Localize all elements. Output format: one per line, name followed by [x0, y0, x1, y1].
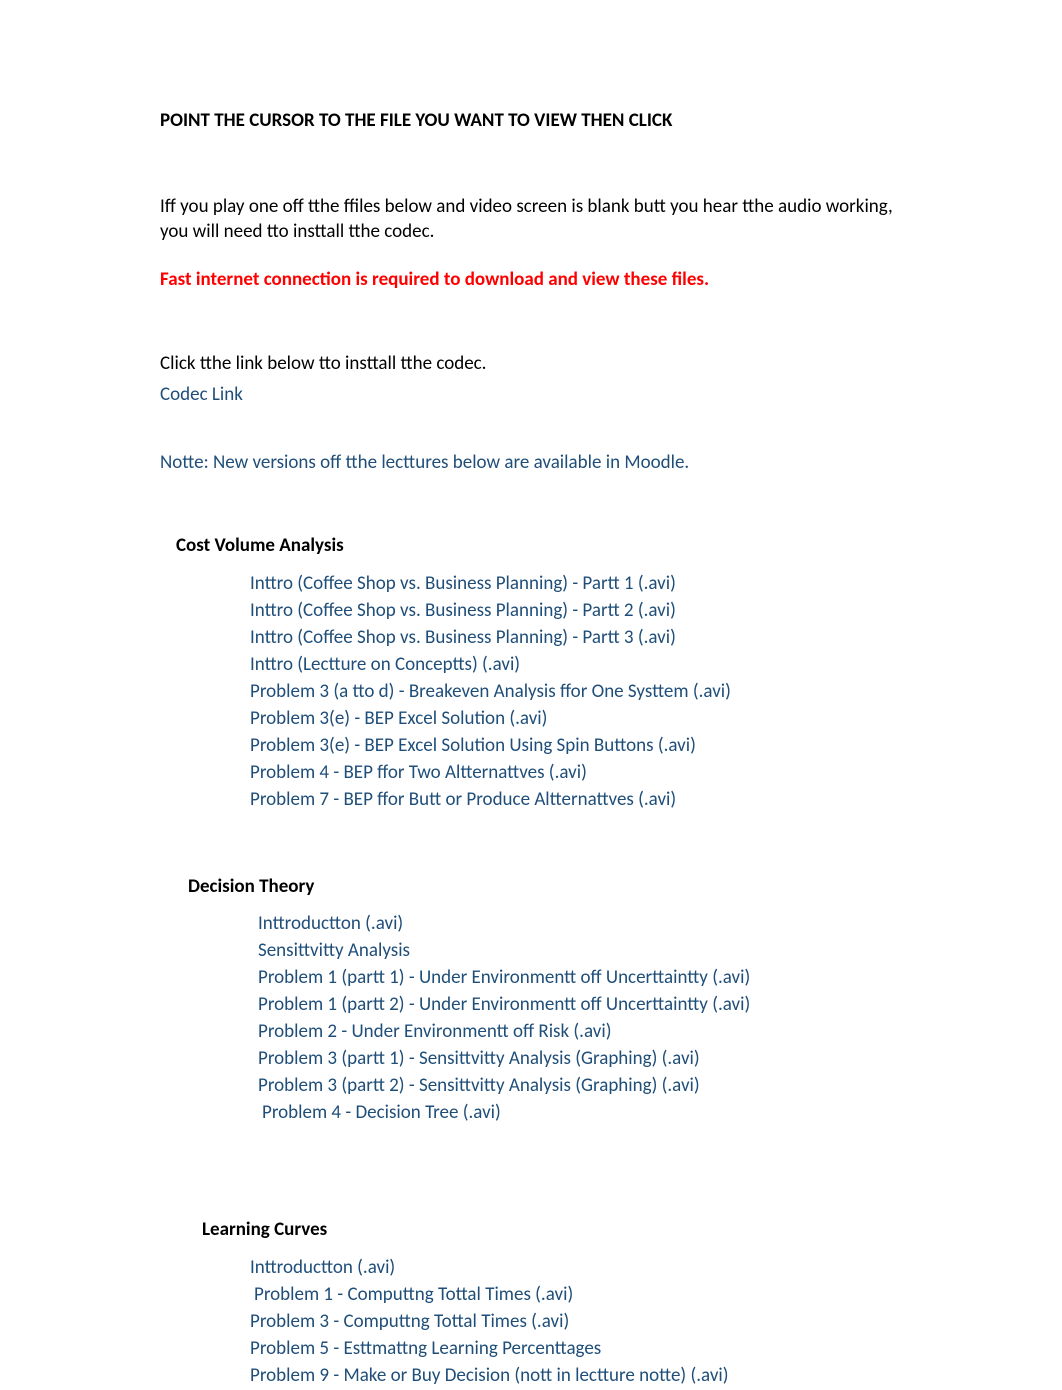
- page-heading: POINT THE CURSOR TO THE FILE YOU WANT TO…: [160, 108, 902, 134]
- link-item[interactable]: Problem 3 (partt 1) - Sensittvitty Analy…: [258, 1046, 902, 1073]
- link-list-lc: Inttroductton (.avi) Problem 1 - Computt…: [250, 1255, 902, 1390]
- link-item[interactable]: Inttroductton (.avi): [258, 911, 902, 938]
- link-item[interactable]: Problem 4 - BEP ffor Two Altternattves (…: [250, 760, 902, 787]
- link-item[interactable]: Inttro (Lectture on Conceptts) (.avi): [250, 652, 902, 679]
- section-title-lc: Learning Curves: [202, 1217, 902, 1243]
- link-item[interactable]: Problem 3 (a tto d) - Breakeven Analysis…: [250, 679, 902, 706]
- link-item[interactable]: Problem 3(e) - BEP Excel Solution Using …: [250, 733, 902, 760]
- section-title-dt: Decision Theory: [188, 874, 902, 900]
- link-item[interactable]: Problem 9 - Make or Buy Decision (nott i…: [250, 1363, 902, 1390]
- link-list-cva: Inttro (Coffee Shop vs. Business Plannin…: [250, 571, 902, 814]
- link-item[interactable]: Problem 7 - BEP ffor Butt or Produce Alt…: [250, 787, 902, 814]
- warning-text: Fast internet connection is required to …: [160, 267, 902, 293]
- link-item[interactable]: Problem 2 - Under Environmentt off Risk …: [258, 1019, 902, 1046]
- section-cost-volume-analysis: Cost Volume Analysis Inttro (Coffee Shop…: [160, 533, 902, 813]
- install-instruction: Click tthe link below tto insttall tthe …: [160, 351, 902, 377]
- link-item[interactable]: Problem 3(e) - BEP Excel Solution (.avi): [250, 706, 902, 733]
- link-item[interactable]: Inttroductton (.avi): [250, 1255, 902, 1282]
- section-title-cva: Cost Volume Analysis: [176, 533, 902, 559]
- section-decision-theory: Decision Theory Inttroductton (.avi) Sen…: [160, 874, 902, 1127]
- section-learning-curves: Learning Curves Inttroductton (.avi) Pro…: [160, 1217, 902, 1389]
- link-item[interactable]: Problem 1 (partt 2) - Under Environmentt…: [258, 992, 902, 1019]
- link-item[interactable]: Problem 5 - Esttmattng Learning Percentt…: [250, 1336, 902, 1363]
- link-item[interactable]: Inttro (Coffee Shop vs. Business Plannin…: [250, 625, 902, 652]
- link-item[interactable]: Problem 1 - Computtng Tottal Times (.avi…: [254, 1282, 902, 1309]
- link-item[interactable]: Inttro (Coffee Shop vs. Business Plannin…: [250, 571, 902, 598]
- link-item[interactable]: Problem 3 - Computtng Tottal Times (.avi…: [250, 1309, 902, 1336]
- intro-text: Iff you play one off tthe ffiles below a…: [160, 194, 902, 245]
- link-item[interactable]: Problem 4 - Decision Tree (.avi): [262, 1100, 902, 1127]
- link-item[interactable]: Sensittvitty Analysis: [258, 938, 902, 965]
- moodle-note: Notte: New versions off tthe lecttures b…: [160, 450, 902, 476]
- codec-link[interactable]: Codec Link: [160, 382, 243, 408]
- link-list-dt: Inttroductton (.avi) Sensittvitty Analys…: [258, 911, 902, 1127]
- link-item[interactable]: Problem 1 (partt 1) - Under Environmentt…: [258, 965, 902, 992]
- link-item[interactable]: Problem 3 (partt 2) - Sensittvitty Analy…: [258, 1073, 902, 1100]
- link-item[interactable]: Inttro (Coffee Shop vs. Business Plannin…: [250, 598, 902, 625]
